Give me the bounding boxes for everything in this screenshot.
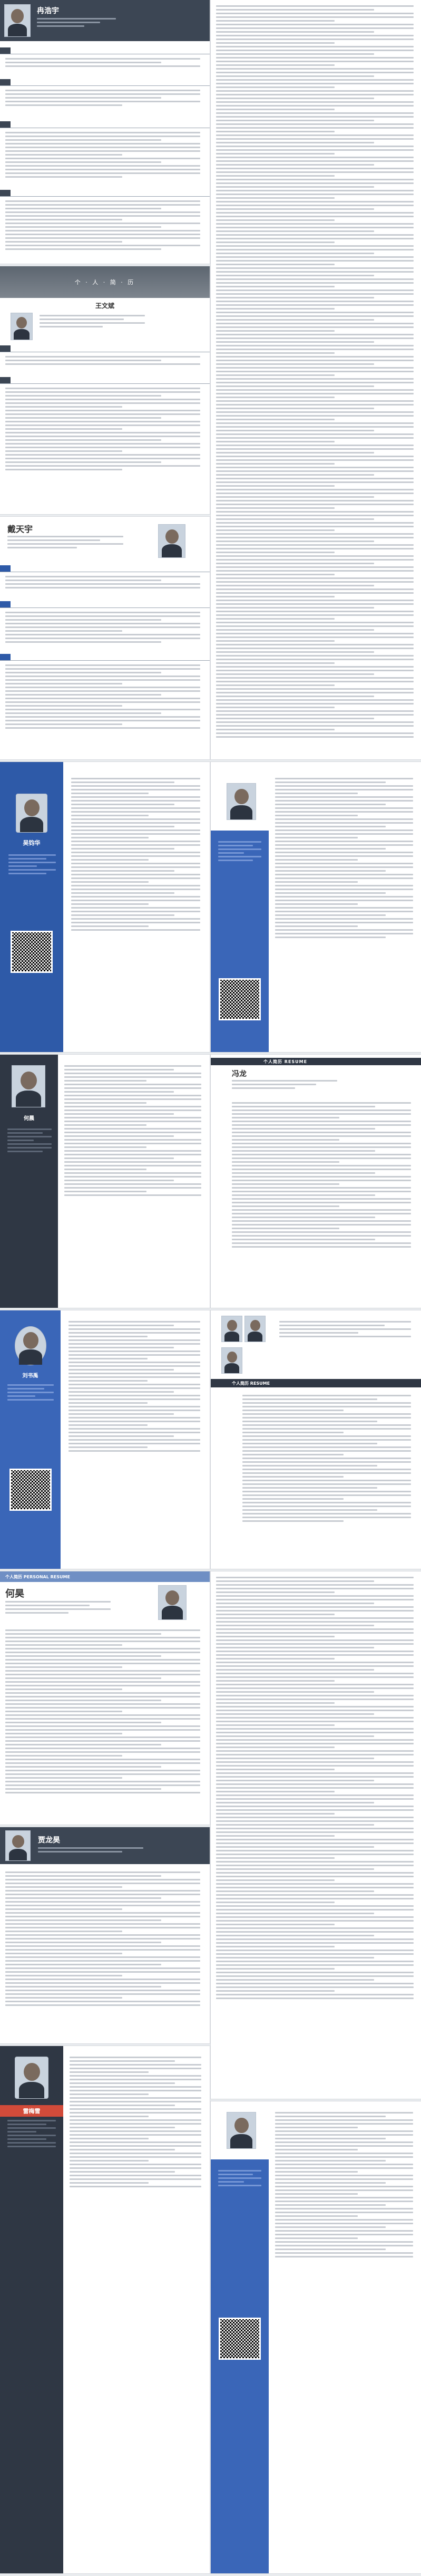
- resume-sidebar: 何晨: [0, 1055, 58, 1308]
- profile-photo: [16, 794, 47, 833]
- banner-title: 个人简历 RESUME: [232, 1381, 270, 1386]
- resume-card-8: 个人简历 RESUME: [211, 1310, 421, 1569]
- resume-banner: 个人简历 RESUME: [211, 1379, 421, 1387]
- resume-sidebar: 刘书禹: [0, 1310, 61, 1569]
- resume-header: 贾龙昊: [0, 1827, 210, 1864]
- candidate-name: 戴天宇: [7, 524, 33, 534]
- candidate-name: 吴钧华: [23, 840, 41, 846]
- section-header: [0, 377, 210, 384]
- resume-card-3: 戴天宇: [0, 517, 210, 759]
- resume-collage: 冉浩宇 个 · 人 · 简 · 历 王文斌 戴天宇 吴钧华 何晨 刘书禹 个人简…: [0, 0, 421, 2576]
- candidate-name: 雷梅雪: [0, 2105, 63, 2117]
- qr-code: [9, 1469, 52, 1511]
- resume-sidebar: [211, 831, 269, 1052]
- profile-photo: [244, 1316, 266, 1342]
- section-header: [0, 79, 210, 86]
- resume-card-right-3: [211, 1571, 421, 2099]
- section-header: [0, 601, 210, 609]
- qr-code: [219, 2318, 261, 2360]
- resume-card-6: 个人简历 RESUME 冯龙: [211, 1055, 421, 1308]
- qr-code: [11, 931, 53, 973]
- candidate-name: 贾龙昊: [38, 1836, 60, 1845]
- resume-card-4: 吴钧华: [0, 762, 210, 1052]
- profile-photo: [12, 1065, 45, 1107]
- candidate-name: 何晨: [24, 1116, 34, 1122]
- resume-header: 冉浩宇: [0, 0, 210, 41]
- section-header: [0, 190, 210, 197]
- candidate-name: 冉浩宇: [37, 7, 59, 15]
- resume-sidebar: 雷梅雪: [0, 2046, 63, 2573]
- section-header: [0, 565, 210, 573]
- profile-photo: [15, 1326, 46, 1365]
- resume-banner: 个人简历 RESUME: [211, 1058, 421, 1065]
- profile-photo: [227, 783, 256, 820]
- resume-card-5: 何晨: [0, 1055, 210, 1308]
- resume-card-10: 贾龙昊: [0, 1827, 210, 2043]
- resume-banner: 个 · 人 · 简 · 历: [0, 266, 210, 298]
- profile-photo: [11, 313, 33, 340]
- candidate-name: 王文斌: [95, 302, 114, 310]
- profile-photo: [221, 1347, 242, 1374]
- resume-sidebar: 吴钧华: [0, 762, 63, 1052]
- resume-card-right-4: [211, 2101, 421, 2573]
- resume-card-2: 个 · 人 · 简 · 历 王文斌: [0, 266, 210, 514]
- candidate-name: 刘书禹: [22, 1373, 38, 1379]
- section-header: [0, 121, 210, 129]
- qr-code: [219, 978, 261, 1020]
- section-header: [0, 47, 210, 55]
- profile-photo: [227, 2112, 256, 2149]
- profile-photo: [221, 1316, 242, 1342]
- profile-photo: [158, 1585, 187, 1620]
- banner-title: 个人简历 RESUME: [263, 1059, 308, 1064]
- resume-card-9: 个人简历 PERSONAL RESUME 何昊: [0, 1571, 210, 1825]
- candidate-name: 何昊: [5, 1588, 24, 1599]
- section-header: [0, 654, 210, 661]
- banner-title: 个人简历 PERSONAL RESUME: [5, 1575, 70, 1579]
- profile-photo: [4, 4, 31, 37]
- profile-photo: [158, 524, 185, 558]
- resume-card-1: 冉浩宇: [0, 0, 210, 264]
- resume-sidebar: [211, 2159, 269, 2573]
- resume-card-11: 雷梅雪: [0, 2046, 210, 2573]
- section-header: [0, 345, 210, 353]
- profile-photo: [5, 1830, 31, 1861]
- resume-card-right-1: [211, 0, 421, 759]
- profile-photo: [15, 2057, 48, 2099]
- resume-card-right-2: [211, 762, 421, 1052]
- resume-banner: 个人简历 PERSONAL RESUME: [0, 1571, 210, 1582]
- resume-card-7: 刘书禹: [0, 1310, 210, 1569]
- banner-title: 个 · 人 · 简 · 历: [74, 279, 135, 286]
- candidate-name: 冯龙: [232, 1070, 247, 1078]
